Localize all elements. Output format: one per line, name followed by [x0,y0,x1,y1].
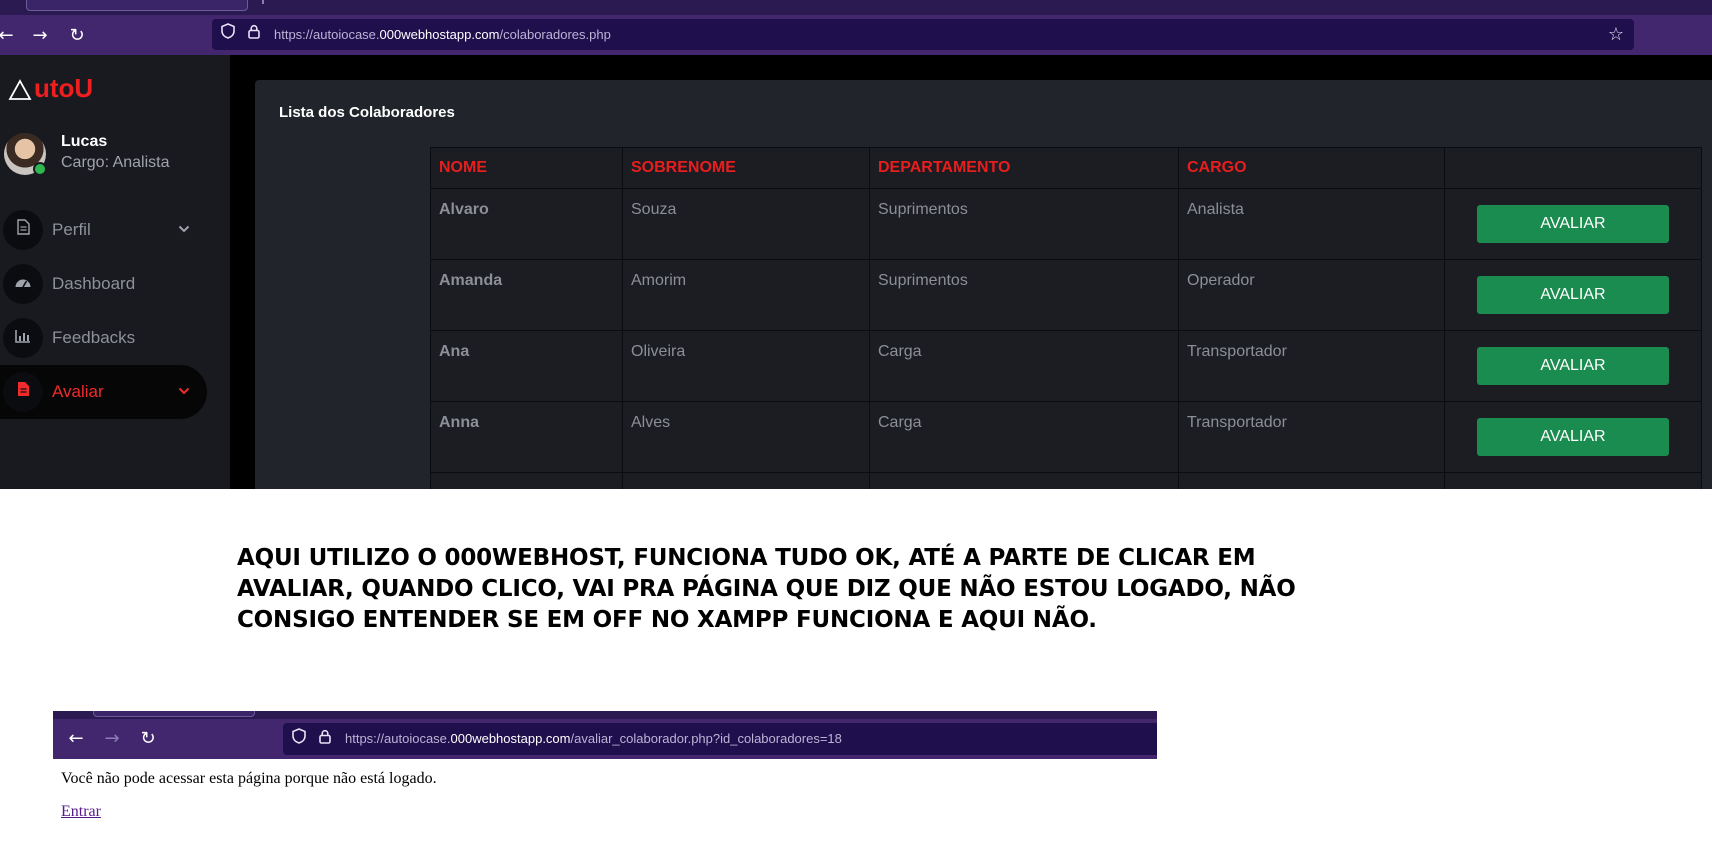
cell-action [1444,472,1702,489]
column-header-departamento: DEPARTAMENTO [869,147,1179,189]
cell-departamento [869,472,1179,489]
cell-sobrenome: Souza [622,188,870,260]
cell-action: AVALIAR [1444,188,1702,260]
caption-text: AQUI UTILIZO O 000WEBHOST, FUNCIONA TUDO… [237,545,1296,633]
cell-nome: Alvaro [430,188,623,260]
cell-nome: Amanda [430,259,623,331]
chevron-down-icon [178,365,190,419]
cell-action: AVALIAR [1444,330,1702,402]
tab-separator [262,0,264,4]
back-icon[interactable]: ← [64,727,88,751]
file-icon [3,210,43,250]
bar-chart-icon [3,318,43,358]
cell-sobrenome: Amorim [622,259,870,331]
top-screenshot: ← → ↻ https://autoiocase.000webhostapp.c… [0,0,1712,489]
table-row: Ana Oliveira Carga Transportador AVALIAR [430,330,1702,402]
url-path: /colaboradores.php [499,27,611,42]
cell-nome: Anna [430,401,623,473]
table-row: Alvaro Souza Suprimentos Analista AVALIA… [430,188,1702,260]
column-header-cargo: CARGO [1178,147,1445,189]
shield-icon[interactable] [289,723,309,755]
online-status-dot [33,162,47,176]
panel-title: Lista dos Colaboradores [279,104,455,121]
bottom-screenshot: ← → ↻ https://autoiocase.000webhostapp.c… [53,711,1157,852]
url-prefix: https://autoiocase. [345,731,451,746]
logo-text: utoU [34,73,94,103]
avaliar-button[interactable]: AVALIAR [1477,347,1669,385]
cell-action: AVALIAR [1444,401,1702,473]
address-bar[interactable]: https://autoiocase.000webhostapp.com/ava… [283,723,1157,755]
cell-departamento: Suprimentos [869,259,1179,331]
column-header-nome: NOME [430,147,623,189]
cell-departamento: Suprimentos [869,188,1179,260]
cell-sobrenome: Oliveira [622,330,870,402]
cell-departamento: Carga [869,401,1179,473]
sidebar-item-avaliar[interactable]: Avaliar [0,365,207,419]
reload-icon[interactable]: ↻ [65,24,89,48]
entrar-link[interactable]: Entrar [61,803,101,821]
cell-action: AVALIAR [1444,259,1702,331]
table-row: Amanda Amorim Suprimentos Operador AVALI… [430,259,1702,331]
not-logged-in-message: Você não pode acessar esta página porque… [61,770,437,787]
cell-departamento: Carga [869,330,1179,402]
browser-toolbar: ← → ↻ https://autoiocase.000webhostapp.c… [53,719,1157,759]
table-header-row: NOME SOBRENOME DEPARTAMENTO CARGO [430,147,1702,189]
gauge-icon [3,264,43,304]
sidebar-item-perfil[interactable]: Perfil [0,203,207,257]
cell-nome [430,472,623,489]
reload-icon[interactable]: ↻ [136,727,160,751]
user-name: Lucas [61,133,108,150]
sidebar-item-dashboard[interactable]: Dashboard [0,257,207,311]
browser-tab[interactable] [26,0,248,11]
sidebar-item-feedbacks[interactable]: Feedbacks [0,311,207,365]
file-icon [3,372,43,412]
url-text[interactable]: https://autoiocase.000webhostapp.com/ava… [345,723,842,755]
column-header-actions [1444,147,1702,189]
table-row [430,472,1702,489]
cell-cargo [1178,472,1445,489]
cell-cargo: Operador [1178,259,1445,331]
sidebar: utoU Lucas Cargo: Analista Perfil Dashbo… [0,55,230,489]
browser-tab[interactable] [93,711,255,717]
colaboradores-table: NOME SOBRENOME DEPARTAMENTO CARGO Alvaro… [430,147,1702,489]
cell-sobrenome: Alves [622,401,870,473]
avaliar-button[interactable]: AVALIAR [1477,418,1669,456]
user-role: Cargo: Analista [61,154,170,171]
shield-icon[interactable] [218,19,238,50]
url-host: 000webhostapp.com [379,27,500,42]
lock-icon[interactable] [244,19,264,50]
url-path: /avaliar_colaborador.php?id_colaboradore… [570,731,842,746]
url-prefix: https://autoiocase. [274,27,380,42]
url-text[interactable]: https://autoiocase.000webhostapp.com/col… [274,19,611,50]
forward-icon[interactable]: → [28,24,52,48]
bookmark-star-icon[interactable]: ☆ [1604,19,1628,50]
column-header-sobrenome: SOBRENOME [622,147,870,189]
browser-tab-strip [0,0,1712,15]
cell-cargo: Transportador [1178,401,1445,473]
sidebar-item-label: Perfil [52,220,91,239]
table-row: Anna Alves Carga Transportador AVALIAR [430,401,1702,473]
user-profile: Lucas Cargo: Analista [4,133,224,181]
browser-toolbar: ← → ↻ https://autoiocase.000webhostapp.c… [0,15,1712,55]
forward-icon[interactable]: → [100,727,124,751]
avaliar-button[interactable]: AVALIAR [1477,205,1669,243]
cell-nome: Ana [430,330,623,402]
back-icon[interactable]: ← [0,24,18,48]
logo[interactable]: utoU [8,71,93,105]
cell-cargo: Analista [1178,188,1445,260]
cell-cargo: Transportador [1178,330,1445,402]
sidebar-item-label: Dashboard [52,274,136,293]
sidebar-item-label: Avaliar [52,382,104,401]
address-bar[interactable]: https://autoiocase.000webhostapp.com/col… [212,19,1634,50]
avaliar-button[interactable]: AVALIAR [1477,276,1669,314]
sidebar-item-label: Feedbacks [52,328,136,347]
logo-triangle-icon [8,79,32,101]
main-panel: Lista dos Colaboradores NOME SOBRENOME D… [255,80,1712,489]
url-host: 000webhostapp.com [450,731,571,746]
lock-icon[interactable] [315,723,335,755]
browser-tab-strip [53,711,1157,719]
cell-sobrenome [622,472,870,489]
chevron-down-icon [178,203,190,257]
composite-screenshot: ← → ↻ https://autoiocase.000webhostapp.c… [0,0,1712,852]
